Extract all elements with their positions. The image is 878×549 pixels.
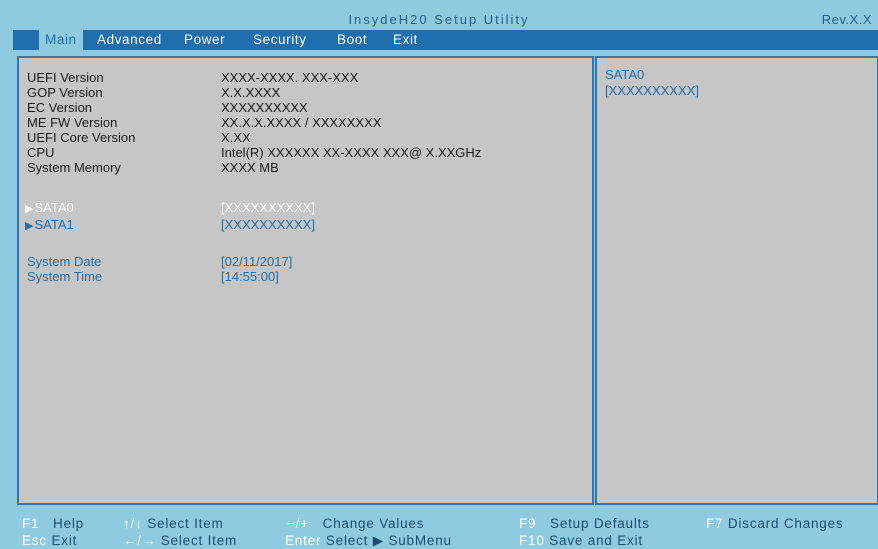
menu-exit[interactable]: Exit <box>393 30 418 50</box>
submenu-arrow-icon: ▶ <box>25 203 34 215</box>
ec-version-label: EC Version <box>27 100 93 115</box>
uefi-core-version-value: X.XX <box>221 130 251 145</box>
system-date-label: System Date <box>27 254 102 269</box>
menu-main[interactable]: Main <box>39 30 83 50</box>
sata1-value: [XXXXXXXXXX] <box>221 217 315 232</box>
enter-key: Enter <box>285 533 322 548</box>
f7-desc: Discard Changes <box>727 516 844 531</box>
f9-key: F9 <box>519 516 537 531</box>
system-memory-label: System Memory <box>27 160 121 175</box>
main-panel: UEFI Version XXXX-XXXX. XXX-XXX GOP Vers… <box>17 56 594 505</box>
title-bar: InsydeH20 Setup Utility Rev.X.X <box>0 0 878 30</box>
system-date-field[interactable]: [02/11/2017] <box>221 255 292 269</box>
enter-desc: Select ▶ SubMenu <box>325 533 452 548</box>
f9-desc: Setup Defaults <box>550 516 650 531</box>
f1-key: F1 <box>22 516 40 531</box>
esc-key: Esc <box>22 533 47 548</box>
leftright-hint: ←/→ Select Item <box>123 533 237 548</box>
bios-screen: InsydeH20 Setup Utility Rev.X.X Main Adv… <box>0 0 878 549</box>
f1-help-hint: F1 Help <box>22 516 84 531</box>
f7-hint: F7 Discard Changes <box>706 516 843 531</box>
f9-hint: F9 Setup Defaults <box>519 516 650 531</box>
menu-bar: Main Advanced Power Security Boot Exit <box>13 30 878 50</box>
esc-desc: Exit <box>51 533 78 548</box>
plusminus-key: −/+ <box>287 516 309 531</box>
gop-version-value: X.X.XXXX <box>221 85 281 100</box>
sata0-item[interactable]: ▶SATA0 <box>25 201 74 216</box>
system-time-label: System Time <box>27 269 103 284</box>
gop-version-label: GOP Version <box>27 85 103 100</box>
sata1-label: SATA1 <box>34 217 74 232</box>
updown-hint: ↑/↓ Select Item <box>123 516 224 531</box>
help-title: SATA0 <box>605 67 645 82</box>
system-memory-value: XXXX MB <box>221 160 279 175</box>
key-legend-footer: F1 Help Esc Exit ↑/↓ Select Item ←/→ Sel… <box>0 508 878 549</box>
system-time-field[interactable]: [14:55:00] <box>221 270 279 284</box>
menu-advanced[interactable]: Advanced <box>97 30 162 50</box>
ec-version-value: XXXXXXXXXX <box>221 100 308 115</box>
left-right-arrows-icon: ←/→ <box>123 533 157 548</box>
uefi-core-version-label: UEFI Core Version <box>27 130 136 145</box>
me-fw-version-label: ME FW Version <box>27 115 118 130</box>
enter-hint: Enter Select ▶ SubMenu <box>285 533 452 549</box>
menu-power[interactable]: Power <box>184 30 225 50</box>
f10-desc: Save and Exit <box>549 533 643 548</box>
up-down-arrows-icon: ↑/↓ <box>123 516 143 531</box>
cpu-value: Intel(R) XXXXXX XX-XXXX XXX@ X.XXGHz <box>221 145 482 160</box>
help-panel: SATA0 [XXXXXXXXXX] <box>595 56 878 505</box>
uefi-version-label: UEFI Version <box>27 70 104 85</box>
revision-label: Rev.X.X <box>821 12 872 27</box>
f10-hint: F10 Save and Exit <box>519 533 643 548</box>
plusminus-desc: Change Values <box>322 516 425 531</box>
me-fw-version-value: XX.X.X.XXXX / XXXXXXXX <box>221 115 382 130</box>
f1-desc: Help <box>53 516 84 531</box>
uefi-version-value: XXXX-XXXX. XXX-XXX <box>221 70 359 85</box>
app-title: InsydeH20 Setup Utility <box>348 12 530 27</box>
menu-security[interactable]: Security <box>253 30 307 50</box>
f7-key: F7 <box>706 516 724 531</box>
updown-desc: Select Item <box>147 516 224 531</box>
plusminus-hint: −/+ Change Values <box>287 516 424 531</box>
sata1-item[interactable]: ▶SATA1 <box>25 218 74 233</box>
leftright-desc: Select Item <box>160 533 238 548</box>
sata0-value: [XXXXXXXXXX] <box>221 200 315 215</box>
esc-exit-hint: Esc Exit <box>22 533 77 548</box>
f10-key: F10 <box>519 533 545 548</box>
help-value: [XXXXXXXXXX] <box>605 83 699 98</box>
submenu-arrow-icon: ▶ <box>25 220 34 232</box>
menu-boot[interactable]: Boot <box>337 30 367 50</box>
cpu-label: CPU <box>27 145 55 160</box>
sata0-label: SATA0 <box>34 200 74 215</box>
